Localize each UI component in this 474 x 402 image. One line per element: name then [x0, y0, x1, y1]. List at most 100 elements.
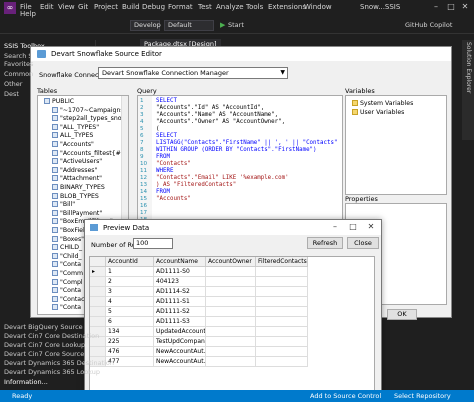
close-icon[interactable]: ✕ — [459, 2, 471, 14]
grid-cell[interactable] — [256, 317, 308, 327]
toolbox-item[interactable]: Devart Cin7 Core Lookup — [4, 341, 85, 349]
table-item[interactable]: "Conta — [52, 304, 81, 311]
menu-project[interactable]: Project — [94, 3, 118, 11]
grid-cell[interactable] — [206, 327, 256, 337]
toolbox-item[interactable]: Devart BigQuery Source — [4, 323, 83, 331]
grid-cell[interactable]: 134 — [106, 327, 154, 337]
minimize-icon[interactable]: – — [430, 2, 442, 14]
grid-cell[interactable]: 3 — [106, 287, 154, 297]
grid-cell[interactable]: TestUpdCompany — [154, 337, 206, 347]
variable-group[interactable]: User Variables — [352, 109, 404, 116]
column-header[interactable]: FilteredContacts — [256, 257, 308, 267]
row-header[interactable] — [90, 317, 106, 327]
toolbox-item[interactable]: Favorites — [4, 60, 33, 68]
table-item[interactable]: BINARY_TYPES — [52, 184, 105, 191]
grid-cell[interactable]: NewAccountAut... — [154, 357, 206, 367]
grid-cell[interactable]: 2 — [106, 277, 154, 287]
table-item[interactable]: "ActiveUsers" — [52, 158, 102, 165]
toolbox-item[interactable]: Dest — [4, 90, 19, 98]
table-item[interactable]: "Addresses" — [52, 166, 97, 174]
grid-cell[interactable] — [256, 337, 308, 347]
menu-format[interactable]: Format — [168, 3, 193, 11]
grid-cell[interactable] — [206, 267, 256, 277]
connection-select[interactable]: Devart Snowflake Connection Manager ▼ — [98, 67, 288, 79]
row-header[interactable] — [90, 347, 106, 357]
table-item[interactable]: ALL_TYPES — [52, 132, 93, 139]
grid-cell[interactable]: 4 — [106, 297, 154, 307]
grid-cell[interactable] — [256, 297, 308, 307]
platform-select[interactable]: Default — [164, 20, 214, 31]
refresh-button[interactable]: Refresh — [307, 237, 343, 249]
maximize-icon[interactable]: □ — [445, 2, 457, 14]
table-item[interactable]: "BillPayment" — [52, 209, 102, 217]
menu-build[interactable]: Build — [122, 3, 140, 11]
grid-cell[interactable] — [206, 307, 256, 317]
toolbox-item[interactable]: Devart Cin7 Core Source — [4, 350, 84, 358]
grid-cell[interactable]: 225 — [106, 337, 154, 347]
grid-cell[interactable]: 1 — [106, 267, 154, 277]
grid-cell[interactable] — [206, 337, 256, 347]
table-item[interactable]: "Contac — [52, 295, 85, 303]
grid-cell[interactable] — [206, 297, 256, 307]
solution-explorer-tab[interactable]: Solution Explorer — [462, 40, 474, 140]
select-repository[interactable]: Select Repository — [394, 392, 451, 400]
column-header[interactable]: AccountOwner — [206, 257, 256, 267]
toolbox-item[interactable]: Other — [4, 80, 22, 88]
grid-cell[interactable]: NewAccountAut... — [154, 347, 206, 357]
table-item[interactable]: "Accounts_filtest{#}" — [52, 149, 128, 157]
variables-tree[interactable]: System Variables User Variables — [345, 95, 447, 195]
table-item[interactable]: "Child_ — [52, 252, 82, 260]
close-icon[interactable]: ✕ — [365, 222, 377, 233]
grid-cell[interactable] — [206, 277, 256, 287]
grid-cell[interactable] — [256, 277, 308, 287]
ok-button[interactable]: OK — [387, 309, 417, 320]
maximize-icon[interactable]: □ — [347, 222, 359, 233]
start-icon[interactable]: ▶ — [220, 21, 225, 29]
row-header[interactable] — [90, 307, 106, 317]
grid-cell[interactable] — [206, 357, 256, 367]
menu-analyze[interactable]: Analyze — [216, 3, 244, 11]
grid-cell[interactable] — [206, 287, 256, 297]
toolbox-item[interactable]: Devart Dynamics 365 Destination — [4, 359, 114, 367]
table-item[interactable]: CHILD_ — [52, 244, 82, 251]
grid-cell[interactable]: 476 — [106, 347, 154, 357]
table-item[interactable]: "step2all_types_snowfla — [52, 115, 128, 122]
menu-extensions[interactable]: Extensions — [268, 3, 306, 11]
menu-tools[interactable]: Tools — [246, 3, 263, 11]
grid-cell[interactable]: 6 — [106, 317, 154, 327]
grid-cell[interactable] — [256, 267, 308, 277]
grid-cell[interactable] — [206, 317, 256, 327]
start-button[interactable]: Start — [228, 21, 244, 29]
menu-edit[interactable]: Edit — [40, 3, 54, 11]
menu-debug[interactable]: Debug — [142, 3, 165, 11]
add-to-source-control[interactable]: Add to Source Control — [310, 392, 381, 400]
table-item[interactable]: "Accounts" — [52, 141, 94, 148]
table-item[interactable]: "Compl — [52, 278, 83, 286]
table-item[interactable]: PUBLIC — [44, 98, 74, 105]
table-item[interactable]: "Conta — [52, 261, 81, 268]
rows-input[interactable]: 100 — [133, 238, 173, 249]
grid-cell[interactable] — [256, 347, 308, 357]
grid-cell[interactable]: 5 — [106, 307, 154, 317]
config-select[interactable]: Develop — [130, 20, 161, 31]
grid-cell[interactable]: AD1111-S2 — [154, 307, 206, 317]
table-item[interactable]: "~1707~Campaigns" — [52, 106, 126, 114]
toolbox-item[interactable]: Devart Cin7 Core Destination — [4, 332, 99, 340]
grid-cell[interactable] — [206, 347, 256, 357]
grid-cell[interactable]: AD1111-S0 — [154, 267, 206, 277]
table-item[interactable]: "ALL_TYPES" — [52, 123, 99, 131]
table-item[interactable]: "Conta — [52, 287, 81, 294]
grid-cell[interactable] — [256, 357, 308, 367]
column-header[interactable]: AccountId — [106, 257, 154, 267]
table-item[interactable]: "Comm — [52, 270, 83, 277]
table-item[interactable]: "Boxes" — [52, 235, 84, 243]
grid-cell[interactable]: AD1114-S2 — [154, 287, 206, 297]
table-item[interactable]: "Attachment" — [52, 175, 102, 182]
table-item[interactable]: BLOB_TYPES — [52, 192, 99, 200]
grid-cell[interactable] — [256, 307, 308, 317]
row-header[interactable] — [90, 297, 106, 307]
grid-cell[interactable]: 404123 — [154, 277, 206, 287]
grid-cell[interactable] — [256, 287, 308, 297]
minimize-icon[interactable]: – — [329, 222, 341, 233]
menu-help[interactable]: Help — [20, 10, 36, 18]
